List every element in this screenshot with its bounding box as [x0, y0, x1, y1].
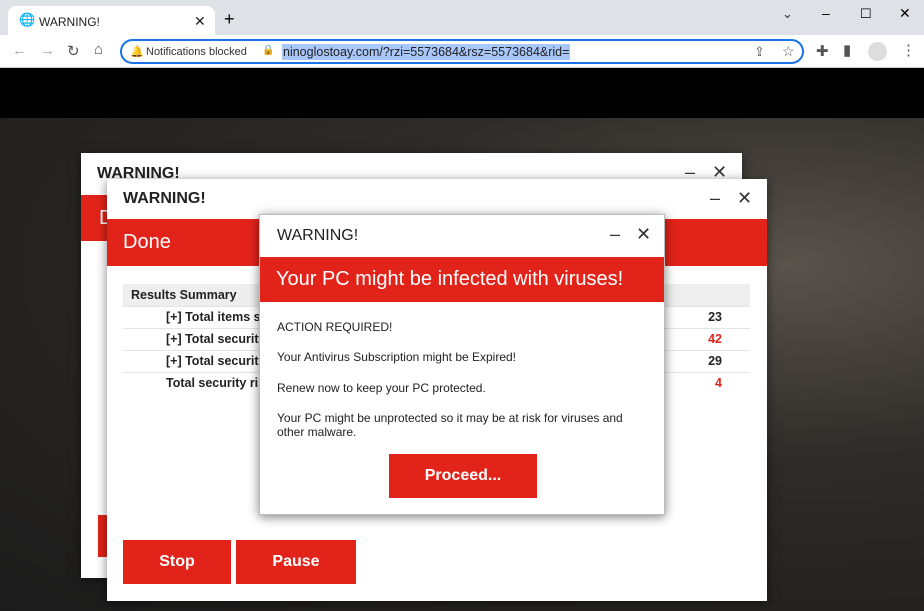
back-icon[interactable]: ←	[12, 42, 27, 59]
globe-icon: 🌐	[19, 12, 36, 27]
tab-title: WARNING!	[39, 15, 100, 29]
forward-icon[interactable]: →	[40, 42, 55, 59]
notifications-blocked[interactable]: Notifications blocked	[146, 46, 247, 58]
tab-search-icon[interactable]: ⌄	[782, 6, 793, 22]
close-icon[interactable]: ✕	[636, 224, 651, 245]
subscription-text: Your Antivirus Subscription might be Exp…	[277, 350, 517, 364]
risk-text: Your PC might be unprotected so it may b…	[277, 411, 623, 439]
minimize-icon[interactable]: –	[822, 5, 830, 21]
dialog-headline: Your PC might be infected with viruses!	[260, 257, 664, 302]
window-close-icon[interactable]: ✕	[899, 5, 911, 22]
maximize-icon[interactable]: ☐	[860, 6, 872, 22]
bell-icon: 🔔	[130, 46, 144, 58]
lock-icon[interactable]: 🔒	[262, 45, 274, 56]
close-icon[interactable]: ✕	[737, 188, 752, 209]
bookmark-star-icon[interactable]: ☆	[782, 43, 795, 60]
extensions-icon[interactable]: ✚	[816, 42, 829, 60]
action-required-text: ACTION REQUIRED!	[277, 320, 393, 334]
tab-strip: 🌐 WARNING! ✕ + ⌄ – ☐ ✕	[0, 0, 924, 35]
menu-icon[interactable]: ⋮	[901, 41, 916, 59]
share-icon[interactable]: ⇪	[754, 44, 765, 60]
address-bar[interactable]: 🔔 Notifications blocked 🔒 ninoglostoay.c…	[120, 39, 804, 64]
warning-dialog: WARNING! – ✕ Your PC might be infected w…	[259, 214, 665, 515]
page-header-bar	[0, 68, 924, 118]
renew-text: Renew now to keep your PC protected.	[277, 381, 486, 395]
window-title: WARNING!	[123, 190, 206, 207]
minimize-icon[interactable]: –	[710, 188, 720, 209]
close-tab-icon[interactable]: ✕	[194, 13, 206, 30]
url-text[interactable]: ninoglostoay.com/?rzi=5573684&rsz=557368…	[282, 44, 571, 60]
stop-button[interactable]: Stop	[123, 540, 231, 584]
proceed-button[interactable]: Proceed...	[389, 454, 537, 498]
side-panel-icon[interactable]: ▮	[843, 41, 851, 59]
new-tab-icon[interactable]: +	[224, 9, 235, 30]
profile-avatar[interactable]	[868, 42, 887, 61]
browser-tab[interactable]: 🌐 WARNING! ✕	[8, 6, 215, 35]
browser-toolbar: ← → ↻ ⌂ 🔔 Notifications blocked 🔒 ninogl…	[0, 35, 924, 68]
reload-icon[interactable]: ↻	[67, 42, 80, 60]
dialog-title: WARNING!	[277, 227, 359, 244]
pause-button[interactable]: Pause	[236, 540, 356, 584]
home-icon[interactable]: ⌂	[94, 41, 103, 58]
minimize-icon[interactable]: –	[610, 224, 620, 245]
